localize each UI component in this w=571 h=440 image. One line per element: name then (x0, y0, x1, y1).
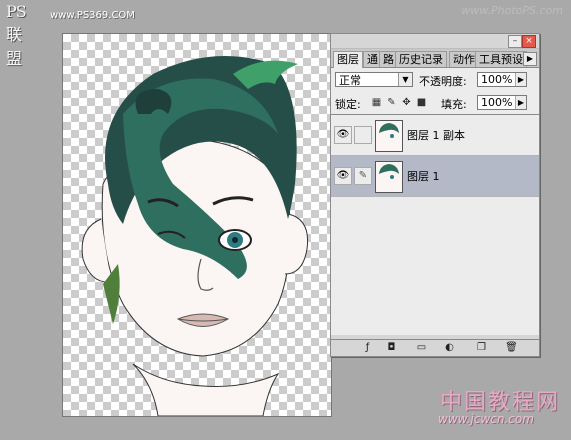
illustration (81, 56, 309, 416)
new-layer-icon[interactable]: ❐ (475, 342, 488, 354)
blend-row: 正常 ▼ 不透明度: 100% ▶ (331, 68, 539, 92)
layer-thumbnail (375, 120, 403, 152)
panel-titlebar[interactable]: – × (331, 34, 539, 49)
blend-mode-value: 正常 (339, 74, 361, 87)
tab-history[interactable]: 历史记录 (395, 51, 447, 67)
lock-position-icon[interactable]: ✥ (401, 97, 412, 108)
watermark-logo: PS联盟 (6, 2, 27, 68)
opacity-label: 不透明度: (419, 75, 467, 88)
tab-layers[interactable]: 图层 (333, 51, 363, 68)
watermark-top-right: www.PhotoPS.com (461, 4, 563, 17)
minimize-icon[interactable]: – (508, 35, 522, 48)
trash-icon[interactable]: 🗑 (505, 342, 518, 354)
watermark-site: www.PS369.COM (50, 10, 135, 21)
document-canvas[interactable] (62, 33, 332, 417)
opacity-value: 100% (481, 73, 513, 86)
layer-name: 图层 1 (407, 170, 440, 183)
lock-image-icon[interactable]: ✎ (386, 97, 397, 108)
panel-menu-icon[interactable]: ▶ (523, 52, 537, 66)
layers-list: 👁 图层 1 副本 👁 ✎ 图层 1 (331, 115, 539, 335)
thumbnail-image (376, 162, 402, 192)
adjustment-layer-icon[interactable]: ◐ (443, 342, 456, 354)
fill-field[interactable]: 100% ▶ (477, 95, 527, 110)
layer-name: 图层 1 副本 (407, 129, 465, 142)
panel-bottom-bar: ƒ ◘ ▭ ◐ ❐ 🗑 (331, 339, 539, 356)
new-group-icon[interactable]: ▭ (415, 342, 428, 354)
fill-label: 填充: (441, 98, 467, 111)
chevron-down-icon[interactable]: ▼ (398, 73, 412, 86)
eye-icon[interactable]: 👁 (334, 167, 352, 185)
link-slot[interactable] (354, 126, 372, 144)
add-mask-icon[interactable]: ◘ (385, 342, 398, 354)
lock-all-icon[interactable]: ■ (416, 97, 427, 108)
close-icon[interactable]: × (522, 35, 536, 48)
tab-tool-presets[interactable]: 工具预设 (475, 51, 527, 67)
fill-arrow-icon[interactable]: ▶ (515, 96, 526, 109)
opacity-arrow-icon[interactable]: ▶ (515, 73, 526, 86)
layer-thumbnail (375, 161, 403, 193)
layers-panel: – × 图层 通 路 历史记录 动作 工具预设 ▶ 正常 ▼ 不透明度: 100… (330, 33, 540, 357)
panel-tabs: 图层 通 路 历史记录 动作 工具预设 ▶ (331, 49, 539, 68)
lock-row: 锁定: ▦ ✎ ✥ ■ 填充: 100% ▶ (331, 92, 539, 115)
add-style-icon[interactable]: ƒ (361, 342, 374, 354)
layer-row[interactable]: 👁 ✎ 图层 1 (331, 156, 539, 197)
lock-transparent-icon[interactable]: ▦ (371, 97, 382, 108)
lock-label: 锁定: (335, 98, 361, 111)
blend-mode-select[interactable]: 正常 ▼ (335, 72, 413, 87)
eye-icon[interactable]: 👁 (334, 126, 352, 144)
thumbnail-image (376, 121, 402, 151)
fill-value: 100% (481, 96, 513, 109)
watermark-bottom-right-url: www.jcwcn.com (438, 412, 534, 426)
opacity-field[interactable]: 100% ▶ (477, 72, 527, 87)
brush-icon[interactable]: ✎ (354, 167, 372, 185)
layer-row[interactable]: 👁 图层 1 副本 (331, 115, 539, 156)
